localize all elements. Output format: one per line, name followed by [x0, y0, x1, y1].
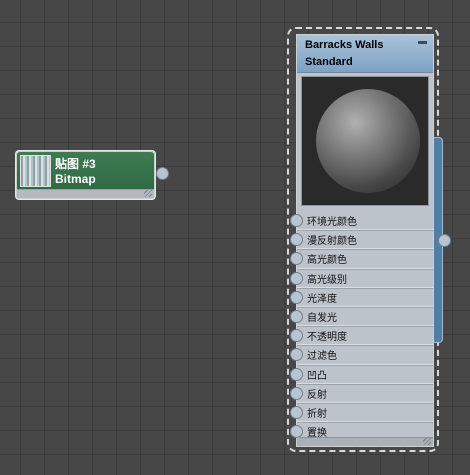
bitmap-node-header[interactable]: 贴图 #3 Bitmap [17, 152, 154, 190]
slot-glossiness[interactable]: 光泽度 [290, 288, 433, 307]
input-socket[interactable] [290, 405, 303, 419]
slot-opacity[interactable]: 不透明度 [290, 326, 433, 346]
slot-label: 折射 [307, 408, 327, 420]
material-node-title: Barracks Walls [305, 39, 384, 51]
slot-specular-level[interactable]: 高光级别 [290, 269, 433, 288]
slot-specular-color[interactable]: 高光颜色 [290, 249, 433, 269]
slot-ambient-color[interactable]: 环境光颜色 [290, 211, 433, 231]
bitmap-node-type: Bitmap [55, 172, 96, 186]
input-socket[interactable] [290, 367, 303, 381]
material-slot-list: 环境光颜色 漫反射颜色 高光颜色 高光级别 光泽度 自发光 不透明度 过滤色 凹… [290, 211, 433, 442]
material-preview [301, 76, 429, 206]
input-socket[interactable] [290, 329, 303, 343]
input-socket[interactable] [290, 214, 303, 227]
slot-label: 高光颜色 [307, 255, 347, 267]
material-node[interactable]: Barracks Walls Standard 环境光颜色 漫反射颜色 高光颜色… [290, 34, 434, 447]
slot-label: 凹凸 [307, 370, 327, 382]
slot-label: 不透明度 [307, 332, 347, 344]
bitmap-node-title: 贴图 #3 [55, 157, 96, 171]
input-socket[interactable] [290, 386, 303, 400]
bitmap-output-socket[interactable] [156, 167, 169, 180]
resize-grip-icon[interactable] [423, 438, 431, 445]
minimize-icon[interactable] [418, 41, 427, 44]
slot-refraction[interactable]: 折射 [290, 403, 433, 423]
material-output-socket[interactable] [438, 234, 451, 247]
slot-label: 漫反射颜色 [307, 236, 357, 248]
input-socket[interactable] [290, 271, 303, 285]
input-socket[interactable] [290, 309, 303, 323]
bitmap-thumbnail [20, 155, 51, 187]
material-node-type: Standard [305, 56, 353, 68]
slot-label: 环境光颜色 [307, 217, 357, 228]
slot-label: 过滤色 [307, 351, 337, 363]
slot-bump[interactable]: 凹凸 [290, 365, 433, 384]
material-sphere [316, 89, 420, 193]
bitmap-node-footer [17, 189, 154, 198]
slot-filter-color[interactable]: 过滤色 [290, 345, 433, 365]
slot-self-illumination[interactable]: 自发光 [290, 307, 433, 327]
input-socket[interactable] [290, 252, 303, 266]
slot-label: 高光级别 [307, 274, 347, 286]
slot-diffuse-color[interactable]: 漫反射颜色 [290, 230, 433, 250]
slot-reflection[interactable]: 反射 [290, 384, 433, 403]
input-socket[interactable] [290, 348, 303, 362]
material-node-header[interactable]: Barracks Walls Standard [297, 35, 433, 73]
material-node-footer [297, 437, 433, 446]
slot-label: 光泽度 [307, 293, 337, 305]
bitmap-node[interactable]: 贴图 #3 Bitmap [15, 150, 156, 200]
input-socket[interactable] [290, 290, 303, 304]
resize-grip-icon[interactable] [144, 190, 152, 197]
slot-label: 自发光 [307, 312, 337, 324]
slot-label: 反射 [307, 389, 327, 401]
input-socket[interactable] [290, 233, 303, 247]
